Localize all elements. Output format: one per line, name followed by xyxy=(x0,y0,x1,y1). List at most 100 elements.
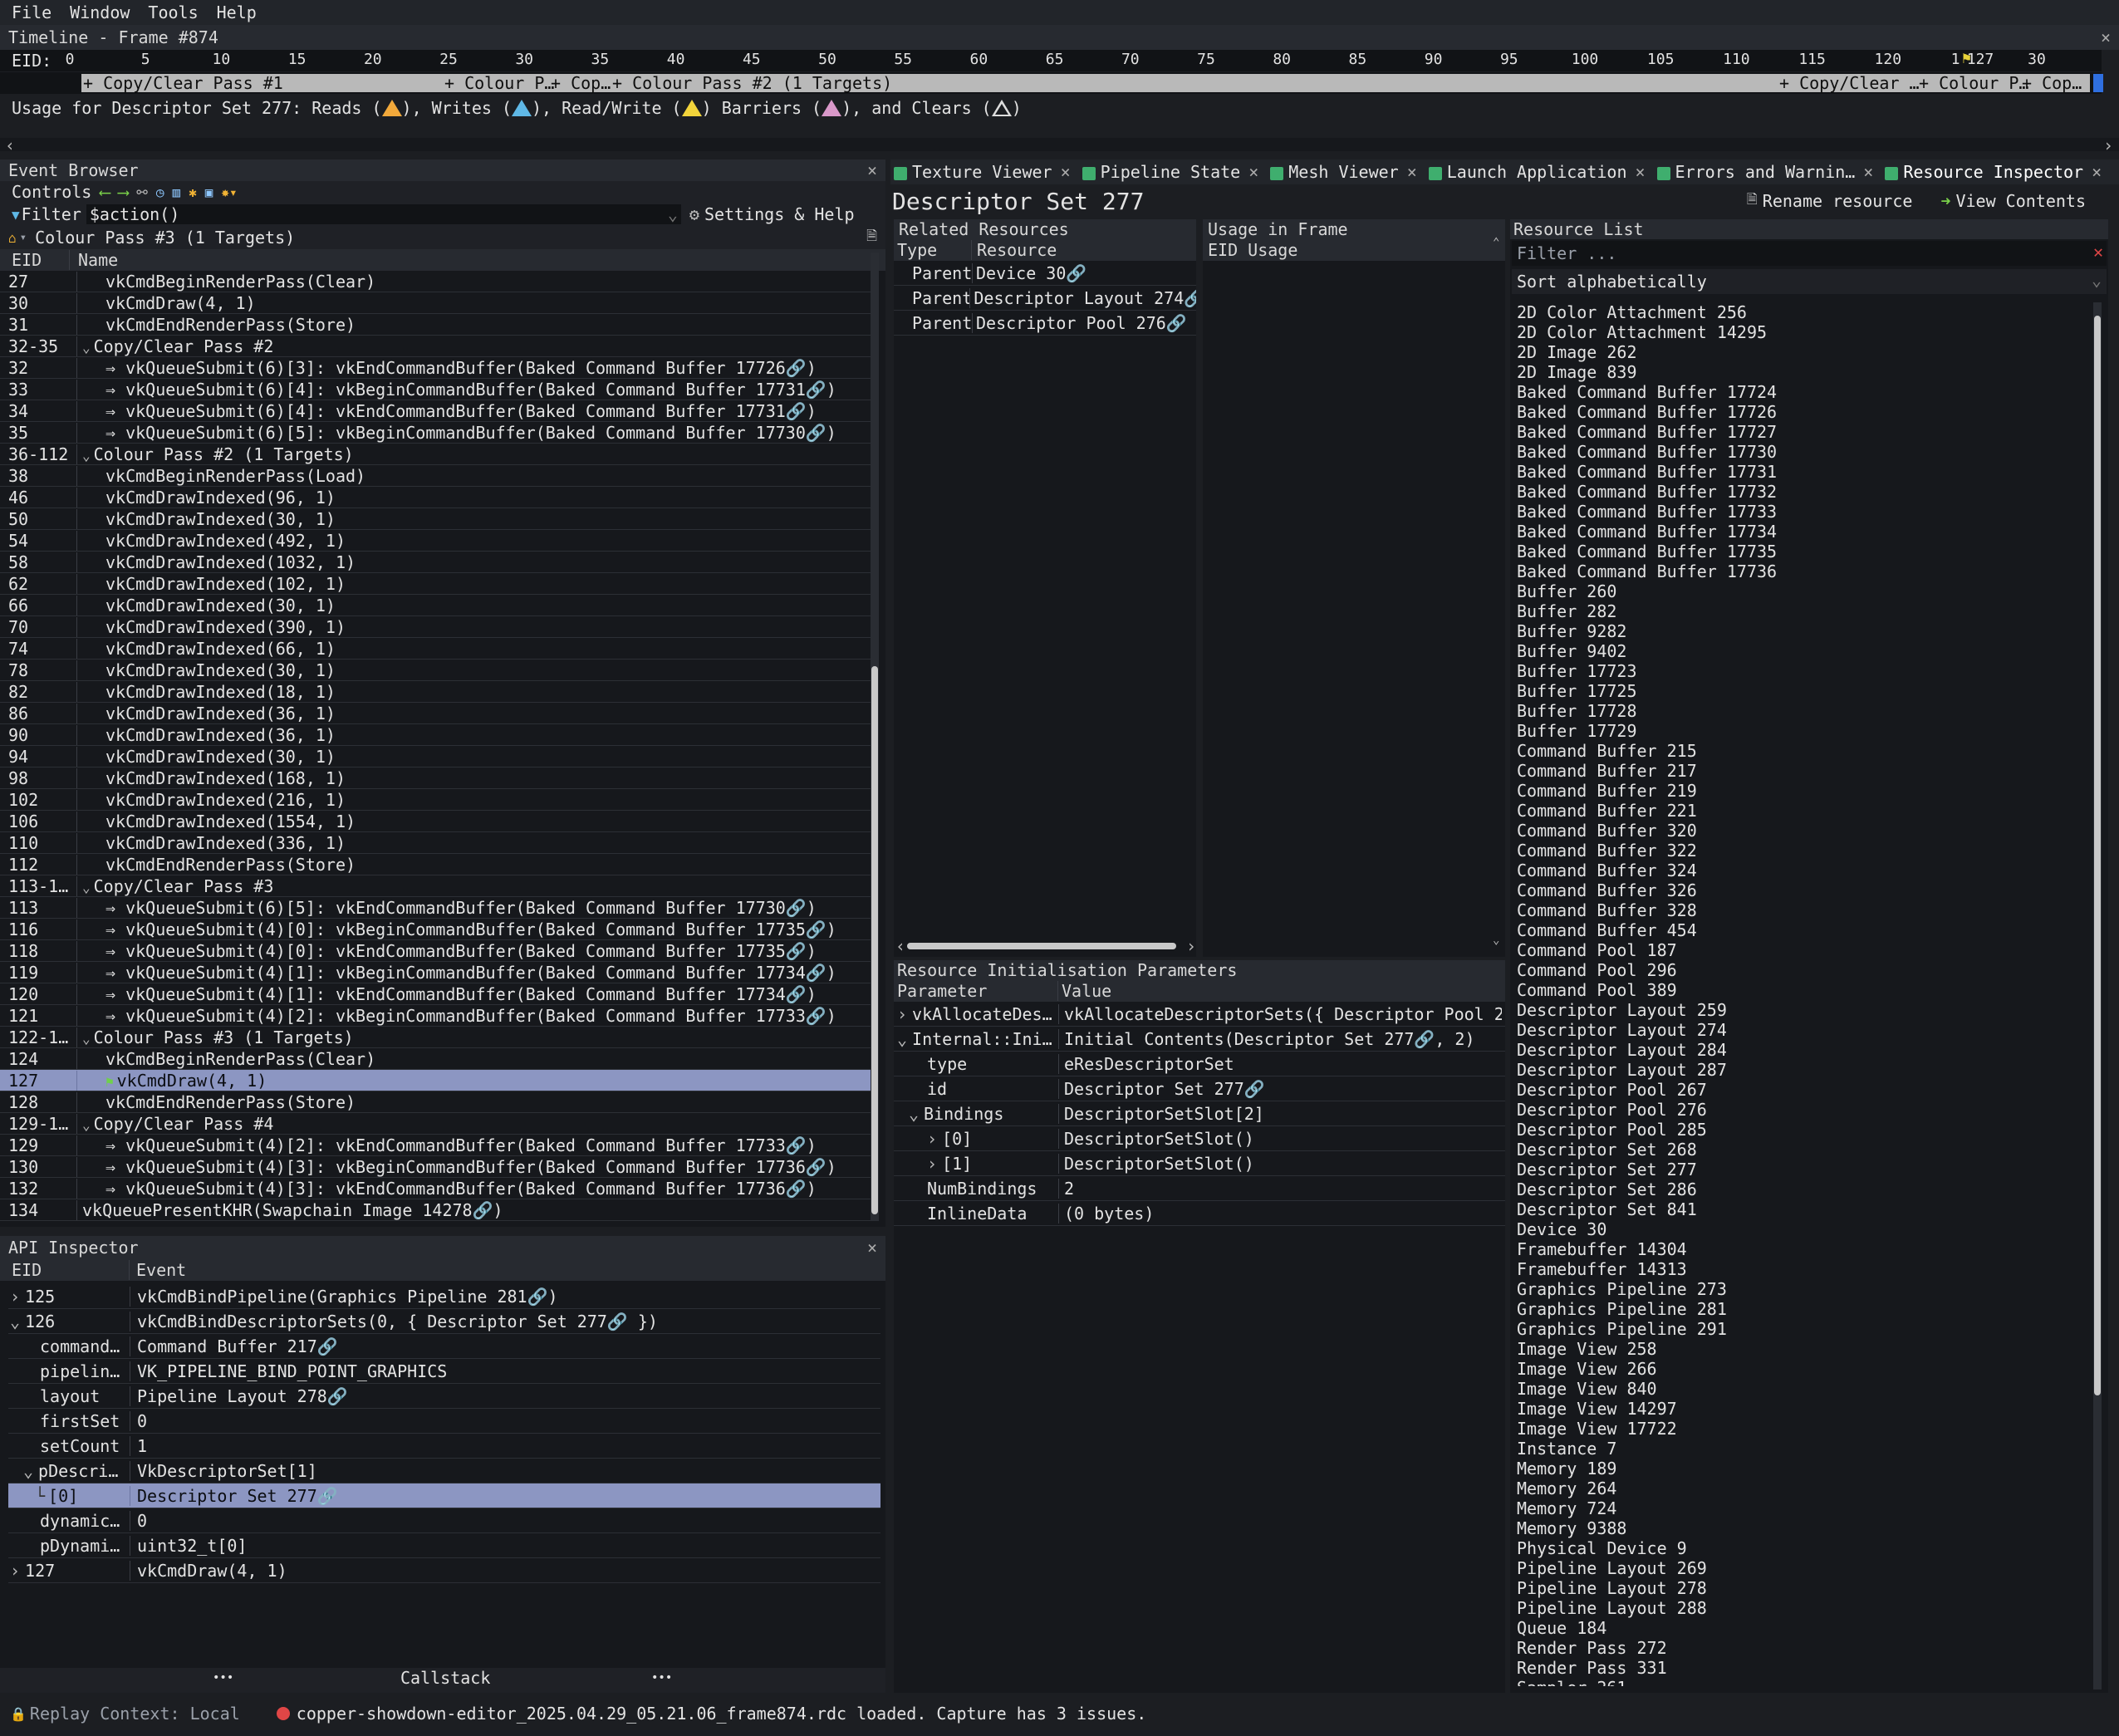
list-item[interactable]: Memory 264 xyxy=(1517,1479,2090,1498)
chevron-down-icon[interactable]: ⌄ xyxy=(897,1029,907,1049)
table-row[interactable]: 129 ⇒ vkQueueSubmit(4)[2]: vkEndCommandBu… xyxy=(0,1135,871,1156)
table-row[interactable]: pDynami… uint32_t[0] xyxy=(8,1533,880,1558)
list-item[interactable]: Descriptor Set 286 xyxy=(1517,1179,2090,1199)
table-row[interactable]: 34 ⇒ vkQueueSubmit(6)[4]: vkEndCommandBuf… xyxy=(0,400,871,422)
table-row[interactable]: dynamic… 0 xyxy=(8,1508,880,1533)
table-row[interactable]: NumBindings 2 xyxy=(894,1176,1505,1201)
list-item[interactable]: Command Buffer 221 xyxy=(1517,801,2090,821)
col-value[interactable]: Value xyxy=(1058,981,1111,1001)
list-item[interactable]: Command Buffer 219 xyxy=(1517,781,2090,801)
list-item[interactable]: Baked Command Buffer 17724 xyxy=(1517,382,2090,402)
list-item[interactable]: Graphics Pipeline 273 xyxy=(1517,1279,2090,1299)
gear-icon[interactable]: ⚙ xyxy=(689,204,699,224)
list-item[interactable]: Pipeline Layout 288 xyxy=(1517,1598,2090,1618)
list-item[interactable]: Baked Command Buffer 17730 xyxy=(1517,442,2090,462)
table-row[interactable]: Parent Device 30🔗 xyxy=(894,261,1196,286)
usage-scrollbar[interactable]: ⌃ ⌄ xyxy=(1492,236,1503,955)
table-row[interactable]: 98 vkCmdDrawIndexed(168, 1) xyxy=(0,767,871,789)
list-item[interactable]: Command Buffer 326 xyxy=(1517,880,2090,900)
table-row[interactable]: 132 ⇒ vkQueueSubmit(4)[3]: vkEndCommandBu… xyxy=(0,1178,871,1199)
list-item[interactable]: Buffer 17729 xyxy=(1517,721,2090,741)
view-contents-button[interactable]: View Contents xyxy=(1955,191,2086,211)
list-item[interactable]: Pipeline Layout 269 xyxy=(1517,1558,2090,1578)
filter-input[interactable]: $action() ⌄ xyxy=(86,204,681,224)
menu-file[interactable]: File xyxy=(12,2,52,22)
table-row[interactable]: 30 vkCmdDraw(4, 1) xyxy=(0,292,871,314)
event-list-scrollbar[interactable] xyxy=(871,253,879,1221)
list-item[interactable]: Descriptor Layout 274 xyxy=(1517,1020,2090,1040)
list-item[interactable]: Descriptor Set 277 xyxy=(1517,1160,2090,1179)
list-item[interactable]: Render Pass 272 xyxy=(1517,1638,2090,1658)
col-event[interactable]: Event xyxy=(130,1260,186,1280)
list-item[interactable]: Command Pool 389 xyxy=(1517,980,2090,1000)
table-row[interactable]: type eResDescriptorSet xyxy=(894,1052,1505,1076)
list-item[interactable]: Command Buffer 324 xyxy=(1517,861,2090,880)
table-row[interactable]: 130 ⇒ vkQueueSubmit(4)[3]: vkBeginCommand… xyxy=(0,1156,871,1178)
table-row[interactable]: 113-1… ⌄ Copy/Clear Pass #3 xyxy=(0,875,871,897)
list-item[interactable]: Render Pass 331 xyxy=(1517,1658,2090,1678)
table-row[interactable]: › [0] DescriptorSetSlot() xyxy=(894,1126,1505,1151)
col-resource[interactable]: Resource xyxy=(972,240,1057,260)
save-icon[interactable]: ▣ xyxy=(205,184,213,200)
related-resource[interactable]: Device 30🔗 xyxy=(972,262,1086,283)
pass-label[interactable]: + Copy/Clear … xyxy=(1779,73,1920,93)
list-item[interactable]: Image View 17722 xyxy=(1517,1419,2090,1439)
col-type[interactable]: Type xyxy=(894,240,972,260)
list-item[interactable]: Descriptor Pool 285 xyxy=(1517,1120,2090,1140)
home-icon[interactable]: ⌂ xyxy=(8,230,17,246)
arrow-left-icon[interactable]: ⟵ xyxy=(100,182,110,202)
table-row[interactable]: 32 ⇒ vkQueueSubmit(6)[3]: vkEndCommandBuf… xyxy=(0,357,871,379)
related-hscroll[interactable]: ‹ › xyxy=(894,936,1196,956)
table-row[interactable]: 106 vkCmdDrawIndexed(1554, 1) xyxy=(0,811,871,832)
tab-launch-application[interactable]: Launch Application × xyxy=(1428,162,1646,182)
table-row[interactable]: 54 vkCmdDrawIndexed(492, 1) xyxy=(0,530,871,552)
close-icon[interactable]: × xyxy=(1407,162,1417,182)
list-item[interactable]: Framebuffer 14304 xyxy=(1517,1239,2090,1259)
table-row[interactable]: 38 vkCmdBeginRenderPass(Load) xyxy=(0,465,871,487)
table-row[interactable]: 86 vkCmdDrawIndexed(36, 1) xyxy=(0,703,871,724)
list-item[interactable]: Device 30 xyxy=(1517,1219,2090,1239)
list-item[interactable]: 2D Image 262 xyxy=(1517,342,2090,362)
table-row[interactable]: 50 vkCmdDrawIndexed(30, 1) xyxy=(0,508,871,530)
chevron-down-icon[interactable]: ⌄ xyxy=(909,1104,919,1124)
list-item[interactable]: Baked Command Buffer 17727 xyxy=(1517,422,2090,442)
table-row[interactable]: layout Pipeline Layout 278🔗 xyxy=(8,1384,880,1409)
table-row[interactable]: setCount 1 xyxy=(8,1434,880,1459)
table-row[interactable]: InlineData (0 bytes) xyxy=(894,1201,1505,1226)
close-icon[interactable]: × xyxy=(867,160,877,180)
list-item[interactable]: Memory 9388 xyxy=(1517,1518,2090,1538)
col-name[interactable]: Name xyxy=(70,250,118,270)
bookmark-icon[interactable]: ✱ xyxy=(189,184,197,200)
list-item[interactable]: Command Pool 187 xyxy=(1517,940,2090,960)
related-resource[interactable]: Descriptor Pool 276🔗 xyxy=(972,312,1187,333)
table-row[interactable]: 32-35 ⌄ Copy/Clear Pass #2 xyxy=(0,336,871,357)
table-row[interactable]: 90 vkCmdDrawIndexed(36, 1) xyxy=(0,724,871,746)
col-eid[interactable]: EID xyxy=(0,250,70,270)
sort-select[interactable]: Sort alphabetically ⌄ xyxy=(1512,269,2107,294)
table-row[interactable]: ⌄ pDescri… VkDescriptorSet[1] xyxy=(8,1459,880,1483)
timeline-ruler[interactable]: EID: 0 5 10 15 20 25 30 35 40 45 50 55 60 65 70 75 80 85 9… xyxy=(0,50,2102,71)
table-row[interactable]: 110 vkCmdDrawIndexed(336, 1) xyxy=(0,832,871,854)
table-row[interactable]: 119 ⇒ vkQueueSubmit(4)[1]: vkBeginCommand… xyxy=(0,962,871,983)
col-eid-usage[interactable]: EID Usage xyxy=(1208,240,1297,260)
tab-errors-warnings[interactable]: Errors and Warnin… × xyxy=(1656,162,1873,182)
table-row[interactable]: command… Command Buffer 217🔗 xyxy=(8,1334,880,1359)
table-row[interactable]: 46 vkCmdDrawIndexed(96, 1) xyxy=(0,487,871,508)
list-item[interactable]: 2D Color Attachment 14295 xyxy=(1517,322,2090,342)
table-row[interactable]: 102 vkCmdDrawIndexed(216, 1) xyxy=(0,789,871,811)
list-item[interactable]: Instance 7 xyxy=(1517,1439,2090,1459)
col-eid[interactable]: EID xyxy=(0,1260,130,1280)
chevron-down-icon[interactable]: ⌄ xyxy=(23,1461,33,1481)
resource-filter-input[interactable]: Filter ... ✕ xyxy=(1512,241,2107,266)
table-row[interactable]: 27 vkCmdBeginRenderPass(Clear) xyxy=(0,271,871,292)
table-row[interactable]: 62 vkCmdDrawIndexed(102, 1) xyxy=(0,573,871,595)
list-item[interactable]: Buffer 260 xyxy=(1517,581,2090,601)
list-item[interactable]: Physical Device 9 xyxy=(1517,1538,2090,1558)
list-item[interactable]: Buffer 9402 xyxy=(1517,641,2090,661)
table-row[interactable]: 116 ⇒ vkQueueSubmit(4)[0]: vkBeginCommand… xyxy=(0,919,871,940)
list-item[interactable]: Command Buffer 322 xyxy=(1517,841,2090,861)
table-row[interactable]: firstSet 0 xyxy=(8,1409,880,1434)
list-item[interactable]: Buffer 17723 xyxy=(1517,661,2090,681)
list-item[interactable]: Pipeline Layout 278 xyxy=(1517,1578,2090,1598)
tab-resource-inspector[interactable]: Resource Inspector × xyxy=(1885,162,2102,182)
